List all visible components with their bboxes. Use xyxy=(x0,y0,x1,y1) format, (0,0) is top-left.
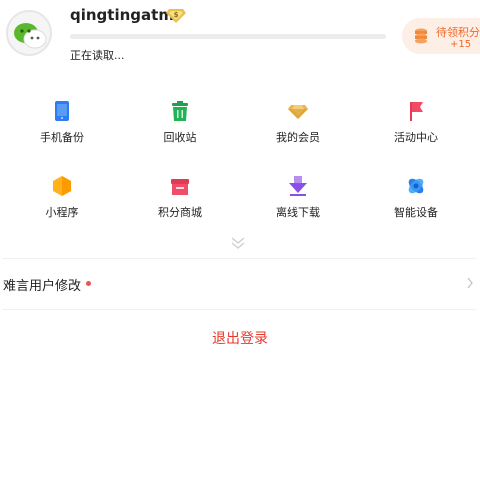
points-mall-icon xyxy=(171,179,189,195)
grid-row-1: 手机备份 回收站 我的会员 活动中心 xyxy=(0,92,480,167)
grid-item-activity-center[interactable]: 活动中心 xyxy=(356,92,476,162)
grid-item-points-mall[interactable]: 积分商城 xyxy=(120,167,240,237)
grid-item-label: 手机备份 xyxy=(40,131,84,144)
progress-bar xyxy=(70,34,386,39)
profile-header: qingtingatm $ 正在读取... 待领积分 +15 xyxy=(0,0,480,72)
username: qingtingatm xyxy=(70,6,174,24)
grid-item-label: 活动中心 xyxy=(394,131,438,144)
settings-row-label: 难言用户修改 xyxy=(3,279,82,294)
grid-item-label: 离线下载 xyxy=(276,206,320,219)
double-chevron-down-icon[interactable] xyxy=(230,236,246,250)
grid-item-phone-backup[interactable]: 手机备份 xyxy=(2,92,122,162)
grid-item-label: 智能设备 xyxy=(394,206,438,219)
vip-diamond-icon: $ xyxy=(166,9,186,23)
settings-row-rename[interactable]: 难言用户修改 xyxy=(0,262,480,306)
grid-item-smart-device[interactable]: 智能设备 xyxy=(356,167,476,237)
pending-points-count: +15 xyxy=(450,39,472,50)
wechat-avatar-icon xyxy=(8,12,50,54)
offline-download-icon xyxy=(289,176,307,196)
notification-dot xyxy=(86,281,91,286)
grid-row-2: 小程序 积分商城 离线下载 智能设备 xyxy=(0,167,480,242)
loading-status: 正在读取... xyxy=(70,49,125,62)
pending-points-button[interactable]: 待领积分 +15 xyxy=(402,18,480,54)
phone-backup-icon xyxy=(55,101,69,121)
divider xyxy=(2,309,476,310)
divider xyxy=(2,258,476,259)
grid-item-label: 积分商城 xyxy=(158,206,202,219)
logout-button[interactable]: 退出登录 xyxy=(190,328,290,350)
grid-item-mini-program[interactable]: 小程序 xyxy=(2,167,122,237)
coin-stack-icon xyxy=(415,28,427,44)
grid-item-label: 小程序 xyxy=(45,206,79,219)
feature-grid: 手机备份 回收站 我的会员 活动中心 小程序 积分商城 离线下载 智能设备 xyxy=(0,92,480,242)
grid-item-label: 回收站 xyxy=(163,131,197,144)
smart-device-icon xyxy=(408,178,424,194)
grid-item-my-membership[interactable]: 我的会员 xyxy=(238,92,358,162)
grid-item-recycle-bin[interactable]: 回收站 xyxy=(120,92,240,162)
flag-icon xyxy=(410,102,423,121)
grid-item-label: 我的会员 xyxy=(276,131,320,144)
trash-bin-icon xyxy=(172,101,188,121)
avatar[interactable] xyxy=(6,10,52,56)
svg-text:$: $ xyxy=(174,11,179,19)
diamond-icon xyxy=(288,105,308,119)
pending-points-label: 待领积分 xyxy=(436,26,480,39)
chevron-right-icon xyxy=(467,277,473,289)
mini-program-icon xyxy=(53,176,71,196)
grid-item-offline-download[interactable]: 离线下载 xyxy=(238,167,358,237)
